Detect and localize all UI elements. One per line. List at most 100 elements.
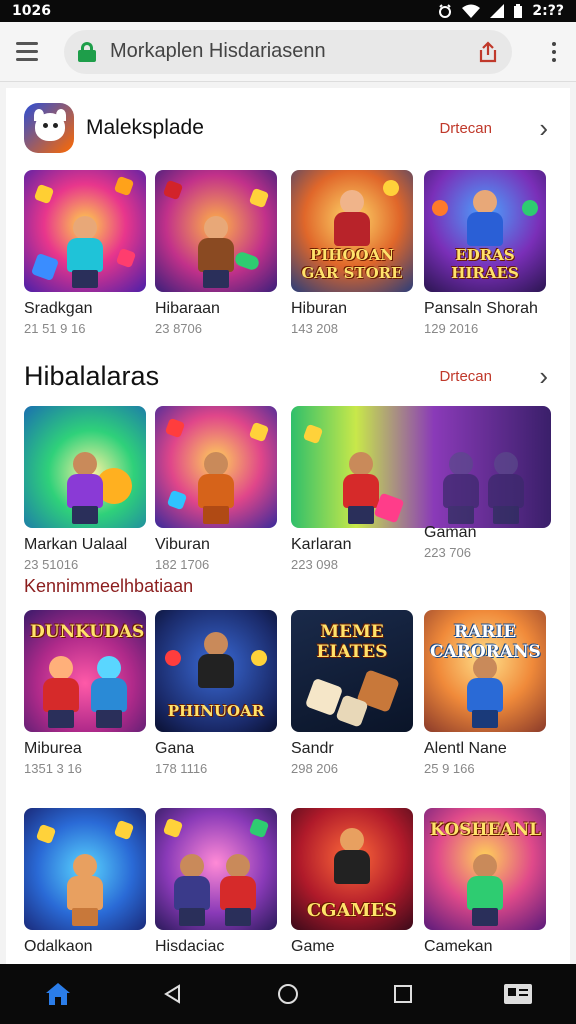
status-bar: 1026 2:?? (0, 0, 576, 22)
game-thumbnail[interactable] (155, 170, 277, 292)
nav-circle-button[interactable] (268, 974, 308, 1014)
nav-recents-button[interactable] (383, 974, 423, 1014)
alarm-icon (439, 4, 452, 18)
game-card[interactable]: Hisdaciac (155, 808, 277, 956)
game-art-title: PIHOOAN GAR STORE (301, 246, 403, 282)
game-art-title: CGAMES (306, 900, 398, 921)
section-header-2: Hibalalaras Drtecan › (6, 346, 570, 406)
game-card[interactable]: Viburan 182 1706 (155, 406, 277, 572)
game-meta: 21 51 9 16 (24, 321, 86, 336)
game-card[interactable]: DUNKUDAS Miburea 1351 3 16 (24, 610, 146, 776)
game-thumbnail[interactable] (24, 170, 146, 292)
game-thumbnail[interactable]: MEME EIATES (291, 610, 413, 732)
game-meta: 25 9 166 (424, 761, 475, 776)
nav-card-button[interactable] (498, 974, 538, 1014)
game-thumbnail[interactable] (24, 406, 146, 528)
game-name: Karlaran (291, 536, 352, 553)
status-icons: 2:?? (438, 3, 564, 19)
game-meta: 223 098 (291, 557, 338, 572)
browser-toolbar: Morkaplen Hisdariasenn (0, 22, 576, 82)
url-text: Morkaplen Hisdariasenn (110, 40, 326, 62)
lock-icon (78, 41, 96, 62)
game-card[interactable]: PHINUOAR Gana 178 1116 (155, 610, 277, 776)
game-name: Hibaraan (155, 300, 220, 317)
game-name: Markan Ualaal (24, 536, 128, 553)
game-meta: 143 208 (291, 321, 338, 336)
game-thumbnail[interactable] (24, 808, 146, 930)
game-meta: 298 206 (291, 761, 338, 776)
nav-back-button[interactable] (153, 974, 193, 1014)
game-name: Odalkaon (24, 938, 93, 955)
game-card[interactable]: PIHOOAN GAR STORE Hiburan 143 208 (291, 170, 413, 336)
game-name: Game (291, 938, 335, 955)
game-thumbnail[interactable] (291, 406, 551, 528)
game-art-title: DUNKUDAS (30, 622, 145, 642)
status-time: 1026 (12, 3, 51, 19)
game-name: Alentl Nane (424, 740, 507, 757)
game-name: Sandr (291, 740, 334, 757)
see-more-link[interactable]: Drtecan (439, 368, 492, 385)
game-name: Pansaln Shorah (424, 300, 538, 317)
game-card[interactable]: Sradkgan 21 51 9 16 (24, 170, 146, 336)
game-thumbnail[interactable] (155, 406, 277, 528)
game-card[interactable]: MEME EIATES Sandr 298 206 (291, 610, 413, 776)
game-name: Hiburan (291, 300, 348, 317)
game-name: Sradkgan (24, 300, 93, 317)
app-logo-icon[interactable] (24, 103, 74, 153)
nav-home-button[interactable] (38, 974, 78, 1014)
game-card-label[interactable]: Gaman 223 706 (424, 524, 546, 560)
square-icon (394, 985, 413, 1003)
game-name: Hisdaciac (155, 938, 225, 955)
signal-icon (490, 4, 505, 18)
game-art-title: KOSHEANL (430, 820, 542, 840)
system-nav-bar (0, 964, 576, 1024)
share-icon[interactable] (476, 40, 500, 64)
more-options-icon[interactable] (544, 35, 564, 69)
card-icon (504, 984, 533, 1004)
back-icon (163, 984, 180, 1004)
page-content: Maleksplade Drtecan › Sradkgan 21 51 9 1… (6, 88, 570, 964)
chevron-right-icon[interactable]: › (539, 361, 548, 392)
game-card[interactable]: KOSHEANL Camekan (424, 808, 546, 956)
game-card-wide[interactable]: Karlaran 223 098 (291, 406, 551, 572)
game-name: Gana (155, 740, 195, 757)
game-card[interactable]: CGAMES Game (291, 808, 413, 956)
game-thumbnail[interactable]: KOSHEANL (424, 808, 546, 930)
game-art-title: MEME EIATES (316, 622, 388, 662)
game-card[interactable]: Hibaraan 23 8706 (155, 170, 277, 336)
game-name: Viburan (155, 536, 210, 553)
battery-icon (514, 4, 523, 18)
game-meta: 23 51016 (24, 557, 79, 572)
game-card[interactable]: EDRAS HIRAES Pansaln Shorah 129 2016 (424, 170, 546, 336)
circle-icon (277, 984, 298, 1004)
game-art-title: EDRAS HIRAES (451, 246, 519, 282)
status-clock: 2:?? (532, 3, 564, 19)
game-art-title: PHINUOAR (167, 702, 265, 720)
game-thumbnail[interactable]: CGAMES (291, 808, 413, 930)
url-bar[interactable]: Morkaplen Hisdariasenn (64, 29, 512, 74)
game-meta: 23 8706 (155, 321, 202, 336)
hamburger-menu-icon[interactable] (12, 35, 46, 69)
section-header-1: Maleksplade Drtecan › (6, 98, 570, 158)
game-meta: 129 2016 (424, 321, 479, 336)
game-name: Camekan (424, 938, 493, 955)
see-more-link[interactable]: Drtecan (439, 120, 492, 137)
chevron-right-icon[interactable]: › (539, 113, 548, 144)
game-card[interactable]: Odalkaon (24, 808, 146, 956)
game-meta: 182 1706 (155, 557, 210, 572)
wifi-icon (462, 4, 481, 18)
game-thumbnail[interactable]: RARIE CARORANS (424, 610, 546, 732)
section-subheading: Kennimmeelhbatiaan (24, 576, 194, 596)
section-title: Hibalalaras (24, 360, 160, 391)
game-thumbnail[interactable]: PHINUOAR (155, 610, 277, 732)
game-card[interactable]: RARIE CARORANS Alentl Nane 25 9 166 (424, 610, 546, 776)
game-card[interactable]: Markan Ualaal 23 51016 (24, 406, 146, 572)
game-thumbnail[interactable]: DUNKUDAS (24, 610, 146, 732)
game-thumbnail[interactable] (155, 808, 277, 930)
game-meta: 223 706 (424, 545, 471, 560)
game-meta: 178 1116 (155, 761, 208, 776)
game-thumbnail[interactable]: EDRAS HIRAES (424, 170, 546, 292)
game-thumbnail[interactable]: PIHOOAN GAR STORE (291, 170, 413, 292)
game-name: Miburea (24, 740, 82, 757)
game-meta: 1351 3 16 (24, 761, 82, 776)
